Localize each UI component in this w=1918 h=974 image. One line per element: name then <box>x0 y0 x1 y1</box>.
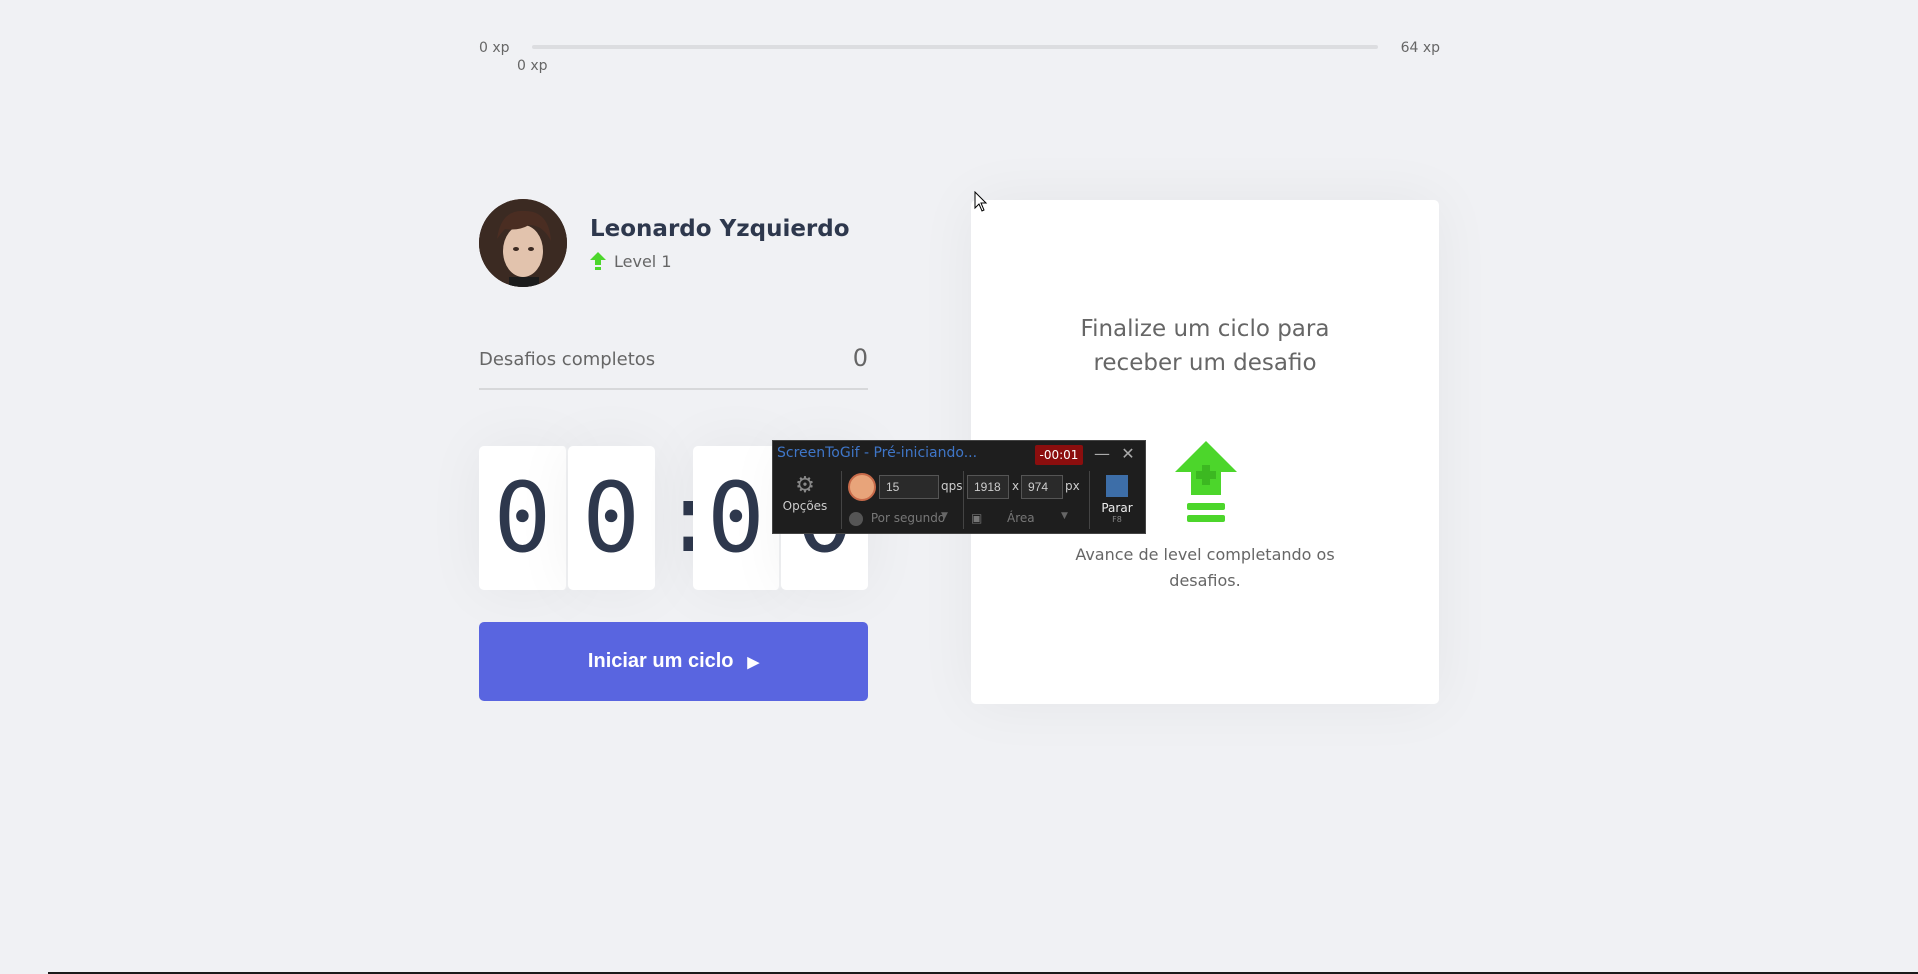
clock-icon <box>849 511 863 526</box>
mouse-cursor-icon <box>974 191 988 212</box>
frequency-dropdown[interactable]: Por segundo <box>849 511 945 526</box>
completed-challenges: Desafios completos 0 <box>479 342 868 390</box>
fps-input[interactable] <box>879 475 939 499</box>
seconds-tens-digit: 0 <box>692 446 782 590</box>
profile-name: Leonardo Yzquierdo <box>590 215 850 242</box>
options-button[interactable]: ⚙ Opções <box>781 473 829 513</box>
countdown-separator: : <box>660 462 719 574</box>
divider <box>1089 471 1090 529</box>
start-cycle-label: Iniciar um ciclo <box>587 650 734 672</box>
crop-icon: ▣ <box>971 511 983 525</box>
xp-max-label: 64 xp <box>1400 40 1440 56</box>
options-label: Opções <box>782 499 828 513</box>
record-button[interactable] <box>848 473 876 501</box>
countdown-minutes: 0 0 <box>479 446 655 590</box>
recorder-title: ScreenToGif - Pré-iniciando... <box>777 445 978 461</box>
fps-unit-label: qps <box>941 479 963 493</box>
completed-challenges-count: 0 <box>852 344 868 372</box>
level-up-icon <box>1175 441 1237 522</box>
stop-shortcut: F8 <box>1112 515 1122 524</box>
frequency-label: Por segundo <box>870 511 946 525</box>
stop-button[interactable]: Parar F8 <box>1097 475 1137 524</box>
width-input[interactable] <box>967 475 1009 499</box>
challenge-title-line2: receber um desafio <box>1093 350 1317 376</box>
stop-label: Parar <box>1101 501 1133 515</box>
close-icon[interactable]: ✕ <box>1117 443 1139 465</box>
profile-level-label: Level 1 <box>614 251 672 271</box>
avatar <box>479 199 567 287</box>
size-times-label: x <box>1012 479 1020 493</box>
height-input[interactable] <box>1021 475 1063 499</box>
divider <box>841 471 842 529</box>
chevron-down-icon[interactable]: ▼ <box>1061 511 1068 521</box>
minutes-ones-digit: 0 <box>567 446 655 590</box>
play-icon: ▶ <box>747 653 760 671</box>
gear-icon: ⚙ <box>795 473 815 498</box>
user-avatar-photo <box>479 199 567 287</box>
xp-progress-track <box>532 45 1378 49</box>
profile: Leonardo Yzquierdo Level 1 <box>479 199 850 287</box>
xp-min-label: 0 xp <box>479 40 510 56</box>
challenge-card-description: Avance de level completando os desafios. <box>1075 545 1335 590</box>
minutes-tens-digit: 0 <box>479 446 568 590</box>
size-unit-label: px <box>1065 479 1080 493</box>
divider <box>963 471 964 529</box>
area-dropdown[interactable]: Área <box>1007 511 1035 525</box>
start-cycle-button[interactable]: Iniciar um ciclo ▶ <box>479 622 868 701</box>
screentogif-recorder: ScreenToGif - Pré-iniciando... -00:01 — … <box>772 440 1146 534</box>
experience-bar: 0 xp 0 xp 64 xp <box>479 36 1440 74</box>
completed-challenges-label: Desafios completos <box>479 349 656 370</box>
chevron-down-icon[interactable]: ▼ <box>941 511 948 521</box>
challenge-title-line1: Finalize um ciclo para <box>1080 316 1330 342</box>
recorder-timer: -00:01 <box>1035 445 1083 465</box>
level-up-arrow-icon <box>590 252 606 270</box>
profile-level: Level 1 <box>590 252 850 271</box>
xp-current-label: 0 xp <box>517 58 548 74</box>
profile-info: Leonardo Yzquierdo Level 1 <box>590 216 850 271</box>
minimize-icon[interactable]: — <box>1091 443 1113 465</box>
challenge-card-title: Finalize um ciclo para receber um desafi… <box>971 312 1439 380</box>
stop-icon <box>1106 475 1128 497</box>
